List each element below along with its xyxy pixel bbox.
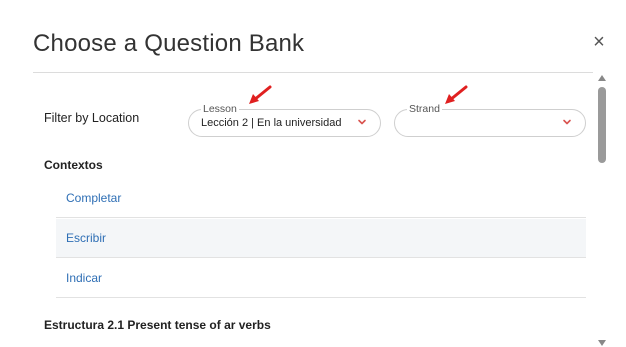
lesson-legend: Lesson — [201, 102, 239, 116]
close-icon[interactable]: × — [590, 32, 608, 52]
red-arrow-icon — [249, 85, 272, 104]
strand-legend: Strand — [407, 102, 442, 116]
strand-select[interactable]: Strand — [394, 102, 586, 137]
scroll-thumb[interactable] — [598, 87, 606, 163]
section-heading-estructura: Estructura 2.1 Present tense of ar verbs — [44, 318, 271, 332]
list-item-label: Indicar — [66, 271, 103, 285]
lesson-select[interactable]: Lesson Lección 2 | En la universidad — [188, 102, 381, 137]
chevron-down-icon — [563, 119, 571, 125]
filter-label: Filter by Location — [44, 111, 140, 125]
list-item-completar[interactable]: Completar — [56, 179, 586, 218]
list-item-indicar[interactable]: Indicar — [56, 259, 586, 298]
dialog-title: Choose a Question Bank — [33, 30, 305, 57]
scroll-up-icon[interactable] — [598, 75, 606, 81]
chevron-down-icon — [358, 119, 366, 125]
section-heading-contextos: Contextos — [44, 158, 103, 172]
question-bank-dialog: Choose a Question Bank × Filter by Locat… — [0, 0, 626, 347]
scroll-down-icon[interactable] — [598, 340, 606, 346]
scrollbar[interactable] — [594, 73, 610, 347]
list-item-label: Completar — [66, 191, 122, 205]
lesson-value: Lección 2 | En la universidad — [201, 117, 342, 129]
list-item-escribir[interactable]: Escribir — [56, 219, 586, 258]
red-arrow-icon — [445, 85, 468, 104]
dialog-body: Filter by Location Lesson Lección 2 | En… — [33, 73, 593, 347]
list-item-label: Escribir — [66, 231, 107, 245]
